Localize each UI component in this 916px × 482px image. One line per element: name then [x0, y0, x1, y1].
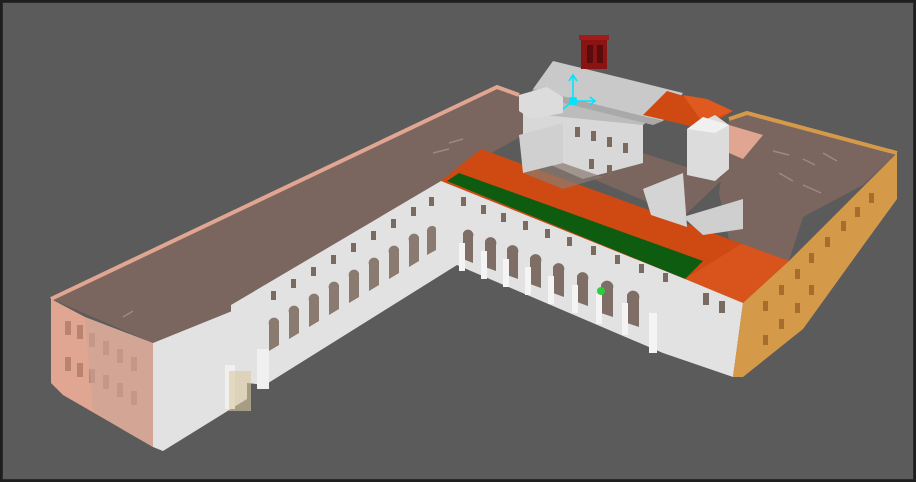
building-model-render[interactable]: [3, 3, 914, 480]
west-arcade-door: [229, 371, 251, 411]
bell-tower: [579, 35, 609, 69]
green-marker: [597, 287, 605, 295]
3d-viewport[interactable]: [2, 2, 914, 480]
